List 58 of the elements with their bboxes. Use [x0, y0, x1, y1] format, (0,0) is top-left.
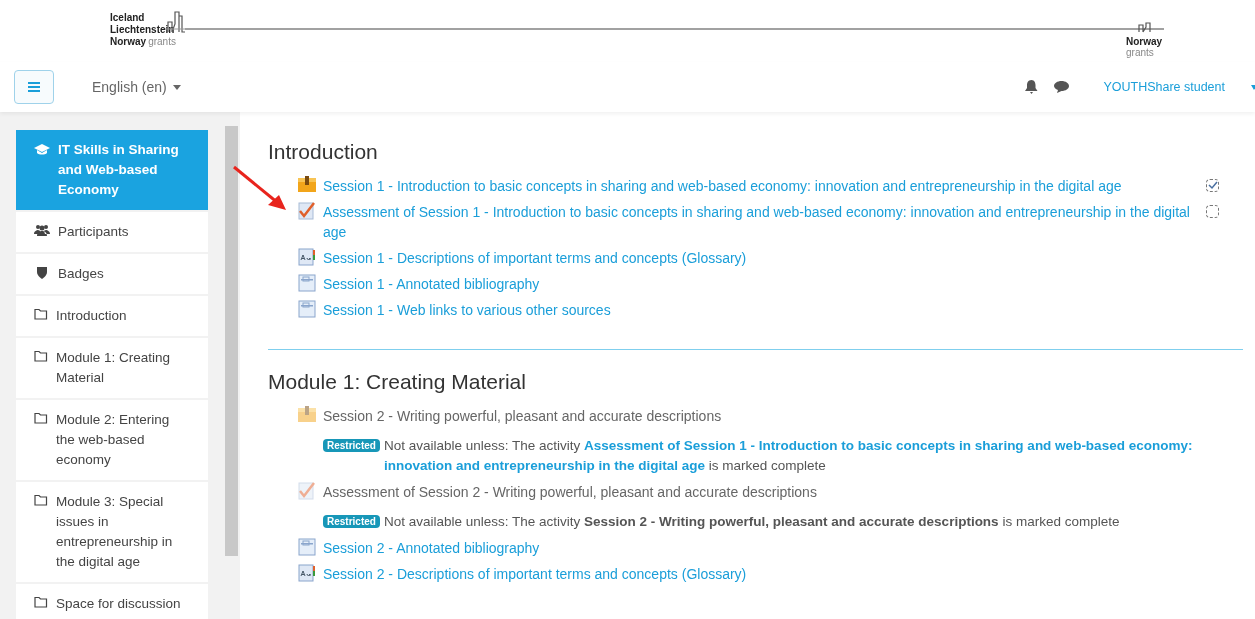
page-icon — [298, 300, 316, 318]
glossary-icon — [298, 248, 316, 266]
activity-link[interactable]: Session 1 - Introduction to basic concepts in sharing and web-based economy: innovation and entrepreneurship in the digital age — [323, 176, 1191, 196]
check-icon — [1207, 181, 1218, 190]
sidebar-item[interactable]: Space for discussion — [16, 584, 208, 619]
activity-link[interactable]: Assessment of Session 1 - Introduction to basic concepts in sharing and web-based economy: innovation and entrepreneurship in the digital age — [323, 202, 1191, 242]
page-icon — [298, 274, 316, 292]
section-title: Module 1: Creating Material — [268, 369, 527, 395]
chat-icon[interactable] — [1054, 81, 1070, 93]
sidebar-item[interactable]: Participants — [16, 212, 208, 252]
activity-link[interactable]: Session 2 - Annotated bibliography — [323, 538, 1243, 558]
sidebar-item[interactable]: IT Skills in Sharing and Web-based Economy — [16, 130, 208, 210]
logo-text: Norway — [1126, 36, 1163, 47]
folder-icon — [34, 412, 48, 424]
shield-icon — [36, 266, 48, 279]
folder-icon — [34, 350, 48, 362]
folder-icon — [34, 494, 48, 506]
user-menu-link[interactable]: YOUTHShare student — [1103, 77, 1225, 97]
package-icon — [298, 176, 316, 192]
pointer-arrow-icon — [232, 165, 288, 211]
logo-text: Liechtenstein — [110, 24, 176, 36]
restriction-text: Not available unless: The activity Assessment of Session 1 - Introduction to basic concepts in sharing and web-based economy: innovation and entrepreneurship in the digital age is marked complete — [383, 437, 1194, 475]
activity-link[interactable]: Session 2 - Descriptions of important terms and concepts (Glossary) — [323, 564, 1243, 584]
activity-title: Session 2 - Writing powerful, pleasant and accurate descriptions — [323, 407, 723, 426]
activity-link[interactable]: Session 1 - Annotated bibliography — [323, 274, 1243, 294]
restriction-text: Not available unless: The activity Session 2 - Writing powerful, pleasant and accurate descriptions is marked complete — [383, 513, 1121, 531]
bell-icon[interactable] — [1025, 80, 1039, 94]
sidebar-item[interactable]: Module 1: Creating Material — [16, 338, 208, 398]
graduation-cap-icon — [34, 144, 50, 156]
caret-icon[interactable] — [1251, 84, 1255, 90]
activity-title: Assessment of Session 2 - Writing powerful, pleasant and accurate descriptions — [323, 483, 818, 502]
restricted-badge: Restricted — [323, 515, 380, 528]
completion-checkbox[interactable] — [1206, 179, 1219, 192]
checkmark-icon — [298, 202, 316, 220]
caret-icon — [172, 84, 181, 90]
checkmark-icon — [298, 482, 316, 500]
completion-checkbox[interactable] — [1206, 205, 1219, 218]
menu-button[interactable] — [14, 70, 54, 104]
sidebar-item[interactable]: Module 2: Entering the web-based economy — [16, 400, 208, 480]
glossary-icon — [298, 564, 316, 582]
restricted-badge: Restricted — [323, 439, 380, 452]
menu-icon — [28, 82, 40, 92]
logo-text: Iceland — [110, 12, 146, 24]
logo-text: grants — [1126, 47, 1154, 58]
package-icon — [298, 406, 316, 422]
folder-icon — [34, 596, 48, 608]
activity-link[interactable]: Session 1 - Web links to various other sources — [323, 300, 1243, 320]
sidebar-item[interactable]: Module 3: Special issues in entrepreneurship in the digital age — [16, 482, 208, 582]
language-dropdown[interactable]: English (en) — [92, 76, 181, 98]
logo-text: Norway grants — [110, 36, 176, 48]
scrollbar-thumb[interactable] — [225, 126, 238, 556]
sidebar-item[interactable]: Introduction — [16, 296, 208, 336]
section-title: Introduction — [268, 139, 379, 165]
users-icon — [34, 224, 50, 236]
folder-icon — [34, 308, 48, 320]
page-icon — [298, 538, 316, 556]
sidebar-item[interactable]: Badges — [16, 254, 208, 294]
activity-link[interactable]: Session 1 - Descriptions of important terms and concepts (Glossary) — [323, 248, 1243, 268]
